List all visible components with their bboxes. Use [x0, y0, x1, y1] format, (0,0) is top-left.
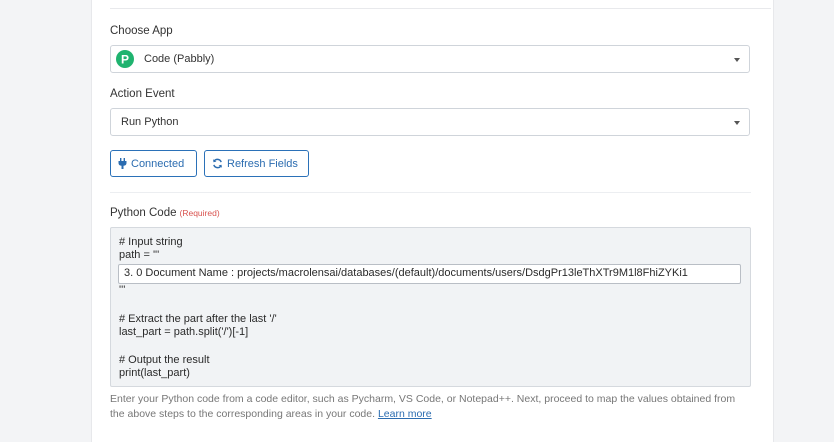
choose-app-value: Code (Pabbly) [144, 53, 215, 65]
plug-icon [118, 158, 127, 169]
refresh-fields-label: Refresh Fields [227, 157, 298, 170]
python-code-label: Python Code (Required) [110, 207, 220, 219]
action-event-value: Run Python [121, 116, 179, 128]
choose-app-select[interactable]: P Code (Pabbly) [110, 45, 750, 73]
learn-more-link[interactable]: Learn more [378, 408, 432, 420]
code-line: # Output the result [119, 354, 210, 366]
chevron-down-icon [734, 58, 740, 62]
code-line: last_part = path.split('/')[-1] [119, 326, 249, 338]
choose-app-label: Choose App [110, 25, 173, 37]
pabbly-code-logo-icon: P [116, 50, 134, 68]
required-badge: (Required) [179, 208, 220, 218]
python-code-editor[interactable]: # Input string path = ''' 3. 0 Document … [110, 227, 751, 387]
svg-text:P: P [121, 53, 129, 67]
action-event-select[interactable]: Run Python [110, 108, 750, 136]
python-code-label-text: Python Code [110, 207, 177, 219]
chevron-down-icon [734, 121, 740, 125]
code-line: ''' [119, 284, 126, 296]
code-line: path = ''' [119, 249, 160, 261]
top-divider [110, 8, 771, 9]
connected-label: Connected [131, 157, 185, 170]
help-text: Enter your Python code from a code edito… [110, 392, 750, 422]
refresh-fields-button[interactable]: Refresh Fields [204, 150, 309, 177]
code-line: # Extract the part after the last '/' [119, 313, 277, 325]
action-event-label: Action Event [110, 88, 175, 100]
code-line: print(last_part) [119, 367, 190, 379]
code-line: # Input string [119, 236, 183, 248]
connected-button[interactable]: Connected [110, 150, 197, 177]
refresh-icon [213, 158, 222, 169]
section-divider [110, 192, 751, 193]
mapped-field-input[interactable]: 3. 0 Document Name : projects/macrolensa… [118, 264, 741, 284]
